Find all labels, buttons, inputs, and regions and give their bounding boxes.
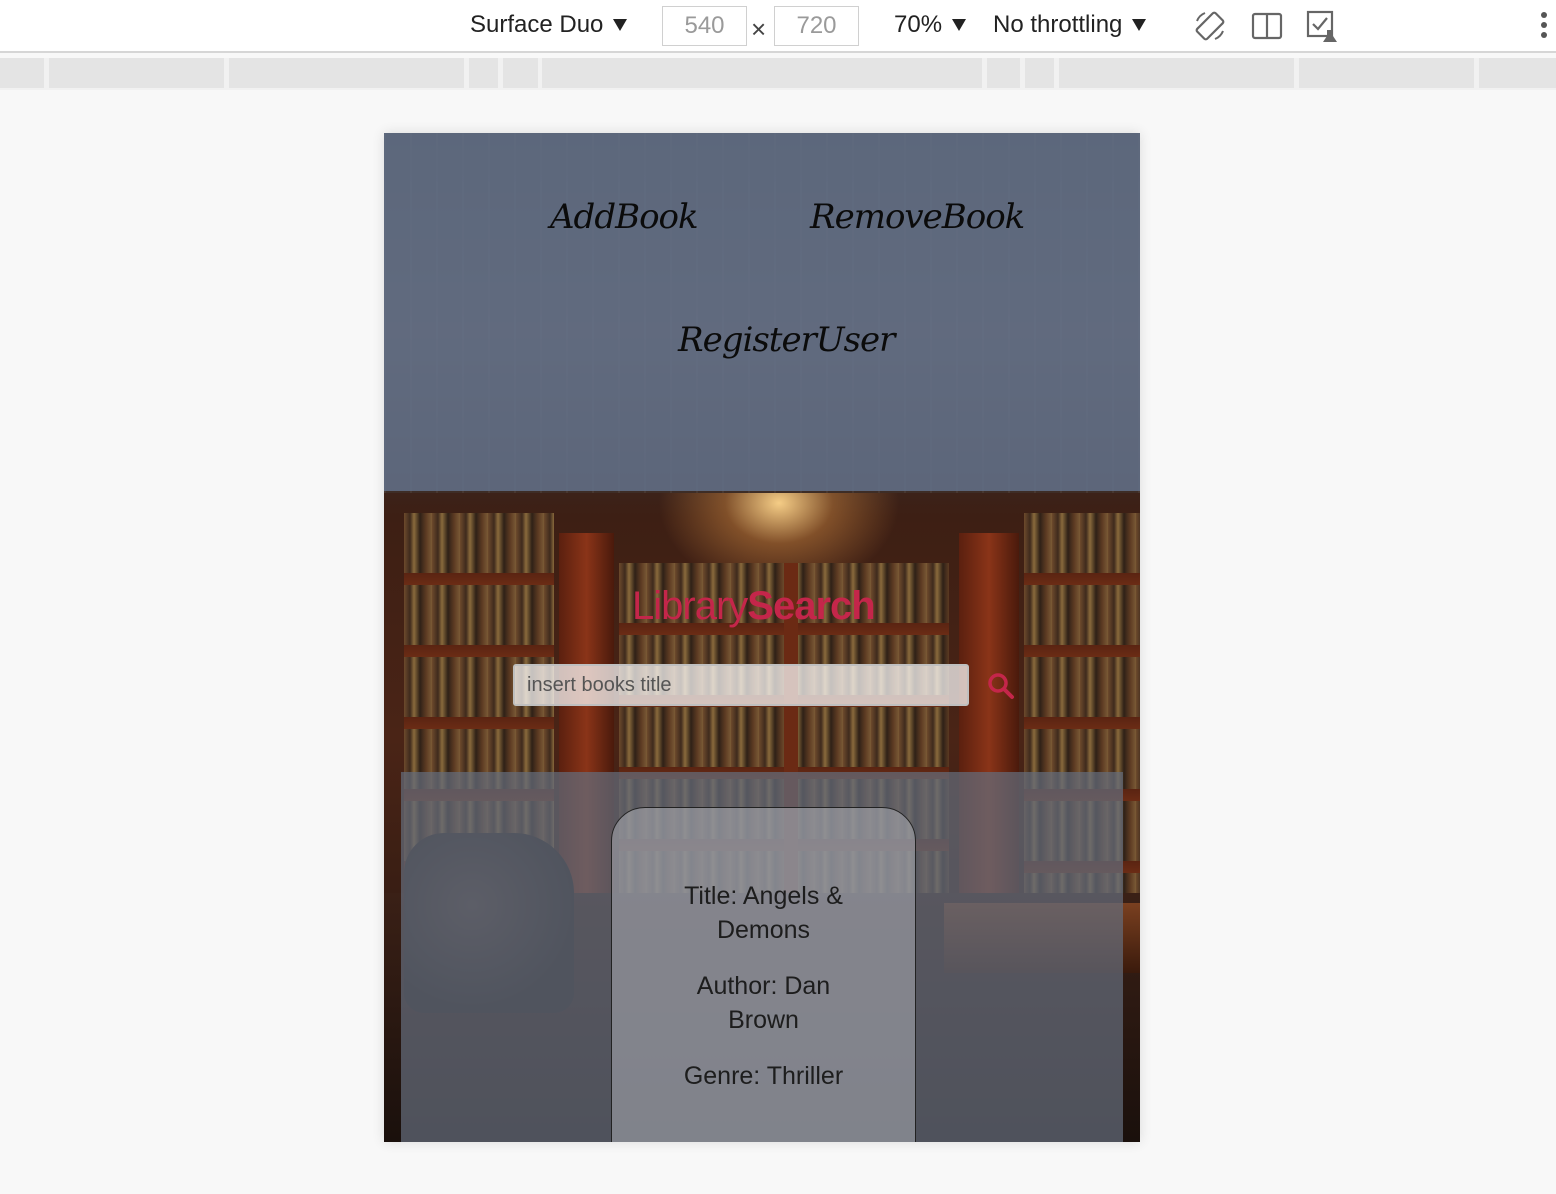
device-select-label: Surface Duo xyxy=(470,11,604,38)
search-heading-bold: Search xyxy=(747,584,875,628)
book-author: Author: Dan Brown xyxy=(696,972,831,1034)
book-genre: Genre: Thriller xyxy=(683,1062,844,1090)
chevron-down-icon xyxy=(613,19,628,31)
width-input[interactable]: 540 xyxy=(662,6,747,46)
search-input[interactable] xyxy=(513,664,969,706)
media-query-segment[interactable] xyxy=(229,58,464,88)
rotate-icon[interactable] xyxy=(1193,9,1227,43)
zoom-select-label: 70% xyxy=(894,11,943,38)
book-title: Title: Angels & Demons xyxy=(684,882,843,944)
media-query-segment[interactable] xyxy=(987,58,1020,88)
more-icon[interactable] xyxy=(1538,12,1550,42)
nav-register-user-link[interactable]: RegisterUser xyxy=(678,320,895,360)
zoom-select[interactable]: 70% xyxy=(894,11,967,39)
chevron-down-icon xyxy=(952,19,967,31)
throttling-select-label: No throttling xyxy=(993,11,1123,38)
sensors-icon[interactable] xyxy=(1305,9,1339,43)
device-select[interactable]: Surface Duo xyxy=(470,11,628,39)
media-query-segment[interactable] xyxy=(1059,58,1294,88)
book-card[interactable]: Title: Angels & Demons Author: Dan Brown… xyxy=(611,807,916,1142)
media-query-segment[interactable] xyxy=(1299,58,1474,88)
media-query-segment[interactable] xyxy=(0,58,44,88)
media-query-segment[interactable] xyxy=(503,58,538,88)
throttling-select[interactable]: No throttling xyxy=(993,11,1147,39)
nav-add-book-link[interactable]: AddBook xyxy=(550,197,699,237)
media-query-segment[interactable] xyxy=(469,58,498,88)
search-heading-light: Library xyxy=(632,584,748,628)
device-toolbar: Surface Duo 540 × 720 70% No throttling xyxy=(0,0,1556,53)
nav-remove-book-link[interactable]: RemoveBook xyxy=(810,197,1025,237)
media-query-segment[interactable] xyxy=(1479,58,1556,88)
device-viewport: AddBook RemoveBook RegisterUser LibraryS… xyxy=(384,133,1140,1142)
media-query-segment[interactable] xyxy=(1025,58,1054,88)
search-icon[interactable] xyxy=(986,671,1016,701)
dimension-separator: × xyxy=(751,14,767,44)
dual-screen-icon[interactable] xyxy=(1250,9,1284,43)
chevron-down-icon xyxy=(1132,19,1147,31)
search-heading: LibrarySearch xyxy=(632,584,876,629)
height-input[interactable]: 720 xyxy=(774,6,859,46)
results-panel: Title: Angels & Demons Author: Dan Brown… xyxy=(401,772,1123,1142)
media-query-segment[interactable] xyxy=(542,58,982,88)
media-query-bar xyxy=(0,58,1556,90)
nav-header: AddBook RemoveBook RegisterUser xyxy=(384,133,1140,491)
media-query-segment[interactable] xyxy=(49,58,224,88)
